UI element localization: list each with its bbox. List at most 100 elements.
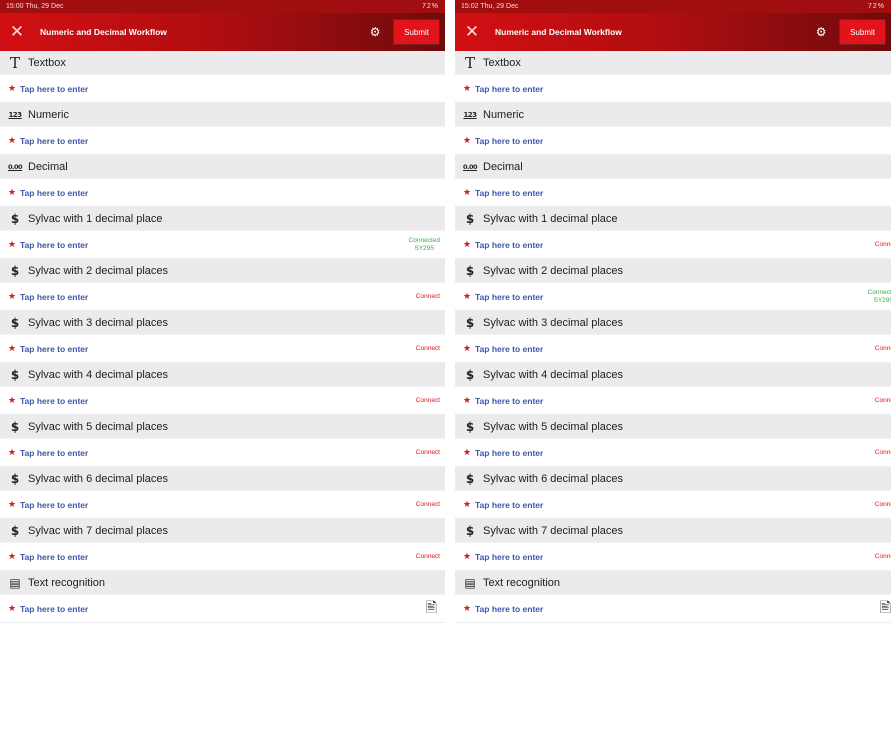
connect-button[interactable]: Connect bbox=[416, 293, 440, 300]
tap-to-enter-input[interactable]: Tap here to enter bbox=[475, 240, 875, 250]
ocr-scan-icon[interactable]: 🖹 bbox=[426, 597, 437, 621]
required-star-icon: ★ bbox=[463, 343, 472, 353]
close-icon[interactable]: ✕ bbox=[455, 13, 489, 51]
tap-to-enter-input[interactable]: Tap here to enter bbox=[20, 84, 445, 94]
tap-to-enter-input[interactable]: Tap here to enter bbox=[475, 84, 891, 94]
required-star-icon: ★ bbox=[8, 83, 17, 93]
field-input-row[interactable]: ★Tap here to enterConnect bbox=[0, 439, 445, 467]
field-label: Decimal bbox=[28, 160, 68, 173]
field-label: Text recognition bbox=[28, 576, 106, 589]
tap-to-enter-input[interactable]: Tap here to enter bbox=[475, 188, 891, 198]
field-header: $ Sylvac with 1 decimal place bbox=[0, 207, 445, 231]
app-bar: ✕ Numeric and Decimal Workflow ⚙ Submit bbox=[0, 13, 445, 51]
sylvac-icon: $ bbox=[10, 315, 20, 330]
connect-button[interactable]: Connect bbox=[416, 553, 440, 560]
connect-button[interactable]: Connect bbox=[875, 553, 891, 560]
connect-button[interactable]: Connect bbox=[416, 501, 440, 508]
tap-to-enter-input[interactable]: Tap here to enter bbox=[475, 552, 875, 562]
gear-icon[interactable]: ⚙ bbox=[810, 13, 832, 51]
tap-to-enter-input[interactable]: Tap here to enter bbox=[475, 396, 875, 406]
field-input-row[interactable]: ★ Tap here to enter bbox=[0, 127, 445, 155]
field-label: Decimal bbox=[483, 160, 523, 173]
field-input-row[interactable]: ★Tap here to enterConnect bbox=[0, 335, 445, 363]
tap-to-enter-input[interactable]: Tap here to enter bbox=[20, 604, 426, 614]
gear-icon[interactable]: ⚙ bbox=[364, 13, 386, 51]
status-bar: 15:02 Thu, 29 Dec 72% bbox=[455, 0, 891, 13]
tap-to-enter-input[interactable]: Tap here to enter bbox=[20, 292, 416, 302]
workflow-title: Numeric and Decimal Workflow bbox=[495, 27, 622, 37]
tablet-screen-left: 15:00 Thu, 29 Dec 72% ✕ Numeric and Deci… bbox=[0, 0, 445, 743]
connect-button[interactable]: Connect bbox=[875, 449, 891, 456]
connect-button[interactable]: Connect bbox=[875, 501, 891, 508]
battery-level: 72% bbox=[421, 3, 439, 10]
required-star-icon: ★ bbox=[463, 551, 472, 561]
field-label: Numeric bbox=[28, 108, 69, 121]
field-input-row[interactable]: ★ Tap here to enter bbox=[0, 179, 445, 207]
tap-to-enter-input[interactable]: Tap here to enter bbox=[20, 396, 416, 406]
tap-to-enter-input[interactable]: Tap here to enter bbox=[475, 136, 891, 146]
field-input-row[interactable]: ★Tap here to enterConnect bbox=[0, 543, 445, 571]
connected-label: Connected bbox=[408, 236, 440, 244]
field-input-row[interactable]: ★Tap here to enterConnect bbox=[0, 387, 445, 415]
tap-to-enter-input[interactable]: Tap here to enter bbox=[20, 344, 416, 354]
field-header: $ Sylvac with 2 decimal places bbox=[455, 259, 891, 283]
status-time-date: 15:00 Thu, 29 Dec bbox=[6, 3, 64, 10]
tap-to-enter-input[interactable]: Tap here to enter bbox=[20, 552, 416, 562]
field-input-row[interactable]: ★Tap here to enterConnect bbox=[0, 283, 445, 311]
tap-to-enter-input[interactable]: Tap here to enter bbox=[475, 604, 880, 614]
connect-button[interactable]: Connect bbox=[416, 449, 440, 456]
ocr-scan-icon[interactable]: 🖹 bbox=[880, 597, 891, 621]
tap-to-enter-input[interactable]: Tap here to enter bbox=[475, 448, 875, 458]
field-input-row[interactable]: ★Tap here to enterConnect bbox=[455, 231, 891, 259]
required-star-icon: ★ bbox=[8, 135, 17, 145]
field-input-row[interactable]: ★ Tap here to enter bbox=[455, 179, 891, 207]
tap-to-enter-input[interactable]: Tap here to enter bbox=[20, 500, 416, 510]
tap-to-enter-input[interactable]: Tap here to enter bbox=[475, 292, 868, 302]
required-star-icon: ★ bbox=[8, 603, 17, 613]
sylvac-icon: $ bbox=[10, 471, 20, 486]
field-input-row[interactable]: ★Tap here to enterConnect bbox=[455, 387, 891, 415]
field-label: Sylvac with 5 decimal places bbox=[483, 420, 624, 433]
field-header: $ Sylvac with 7 decimal places bbox=[455, 519, 891, 543]
field-input-row[interactable]: ★Tap here to enterConnect bbox=[455, 543, 891, 571]
tap-to-enter-input[interactable]: Tap here to enter bbox=[20, 240, 409, 250]
submit-button[interactable]: Submit bbox=[394, 20, 439, 44]
field-input-row[interactable]: ★Tap here to enterConnect bbox=[455, 491, 891, 519]
connect-button[interactable]: Connect bbox=[416, 397, 440, 404]
field-input-row[interactable]: ★Tap here to enterConnectedSY295 bbox=[0, 231, 445, 259]
text-recognition-icon: ▤ bbox=[9, 575, 21, 590]
tap-to-enter-input[interactable]: Tap here to enter bbox=[20, 188, 445, 198]
field-input-row[interactable]: ★ Tap here to enter bbox=[455, 127, 891, 155]
sylvac-icon: $ bbox=[465, 523, 475, 538]
field-label: Sylvac with 4 decimal places bbox=[483, 368, 624, 381]
tap-to-enter-input[interactable]: Tap here to enter bbox=[475, 500, 875, 510]
field-input-row[interactable]: ★Tap here to enterConnect bbox=[0, 491, 445, 519]
submit-button[interactable]: Submit bbox=[840, 20, 885, 44]
field-input-row[interactable]: ★ Tap here to enter 🖹 bbox=[0, 595, 445, 623]
tap-to-enter-input[interactable]: Tap here to enter bbox=[20, 136, 445, 146]
required-star-icon: ★ bbox=[463, 291, 472, 301]
text-recognition-icon: ▤ bbox=[464, 575, 476, 590]
sylvac-icon: $ bbox=[10, 263, 20, 278]
connect-button[interactable]: Connect bbox=[416, 345, 440, 352]
field-input-row[interactable]: ★Tap here to enterConnectedSY295 bbox=[455, 283, 891, 311]
two-screenshots: 15:00 Thu, 29 Dec 72% ✕ Numeric and Deci… bbox=[0, 0, 891, 743]
field-input-row[interactable]: ★ Tap here to enter bbox=[455, 75, 891, 103]
connect-button[interactable]: Connect bbox=[875, 397, 891, 404]
field-input-row[interactable]: ★ Tap here to enter bbox=[0, 75, 445, 103]
required-star-icon: ★ bbox=[463, 135, 472, 145]
connect-button[interactable]: Connect bbox=[875, 241, 891, 248]
field-input-row[interactable]: ★Tap here to enterConnect bbox=[455, 335, 891, 363]
required-star-icon: ★ bbox=[463, 239, 472, 249]
textbox-icon: T bbox=[9, 53, 20, 72]
connect-button[interactable]: Connect bbox=[875, 345, 891, 352]
sylvac-icon: $ bbox=[465, 263, 475, 278]
status-bar: 15:00 Thu, 29 Dec 72% bbox=[0, 0, 445, 13]
field-header: 0.00 Decimal bbox=[455, 155, 891, 179]
tap-to-enter-input[interactable]: Tap here to enter bbox=[20, 448, 416, 458]
app-bar: ✕ Numeric and Decimal Workflow ⚙ Submit bbox=[455, 13, 891, 51]
close-icon[interactable]: ✕ bbox=[0, 13, 34, 51]
tap-to-enter-input[interactable]: Tap here to enter bbox=[475, 344, 875, 354]
field-input-row[interactable]: ★Tap here to enterConnect bbox=[455, 439, 891, 467]
field-input-row[interactable]: ★ Tap here to enter 🖹 bbox=[455, 595, 891, 623]
